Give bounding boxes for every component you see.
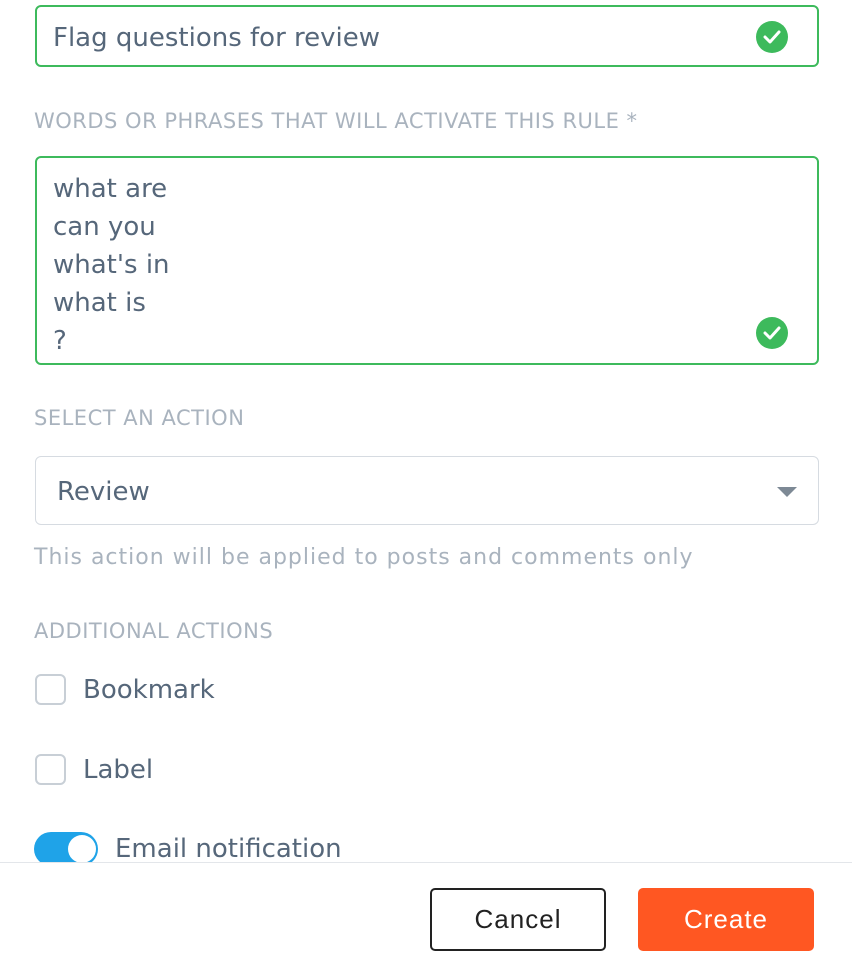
rule-name-value: Flag questions for review (53, 23, 381, 53)
caret-down-icon (777, 487, 797, 497)
action-select-value: Review (57, 477, 150, 507)
rule-name-field[interactable]: Flag questions for review (35, 5, 819, 67)
email-notification-toggle[interactable] (34, 832, 98, 866)
email-notification-option[interactable]: Email notification (34, 832, 342, 866)
label-checkbox[interactable] (35, 754, 66, 785)
additional-actions-label: ADDITIONAL ACTIONS (34, 619, 274, 643)
phrases-textarea[interactable]: what are can you what's in what is ? (35, 156, 819, 365)
create-button[interactable]: Create (638, 888, 814, 951)
phrase-line: ? (53, 326, 67, 356)
bookmark-checkbox[interactable] (35, 674, 66, 705)
phrase-lines: what are can you what's in what is ? (53, 170, 170, 360)
label-option-label: Label (83, 754, 154, 785)
phrases-label: WORDS OR PHRASES THAT WILL ACTIVATE THIS… (34, 109, 638, 133)
phrase-line: what's in (53, 250, 170, 280)
phrase-line: what is (53, 288, 146, 318)
email-notification-label: Email notification (115, 834, 342, 864)
rule-form: Flag questions for review WORDS OR PHRAS… (0, 0, 852, 970)
cancel-button[interactable]: Cancel (430, 888, 606, 951)
action-label: SELECT AN ACTION (34, 406, 245, 430)
action-select[interactable]: Review (35, 456, 819, 525)
label-option[interactable]: Label (35, 754, 153, 785)
check-circle-icon (756, 317, 788, 349)
phrase-line: what are (53, 174, 168, 204)
form-footer: Cancel Create (0, 862, 852, 970)
bookmark-option[interactable]: Bookmark (35, 674, 215, 705)
check-circle-icon (756, 21, 788, 53)
toggle-knob (68, 835, 96, 863)
action-hint: This action will be applied to posts and… (34, 545, 694, 570)
phrase-line: can you (53, 212, 156, 242)
bookmark-label: Bookmark (83, 674, 215, 705)
